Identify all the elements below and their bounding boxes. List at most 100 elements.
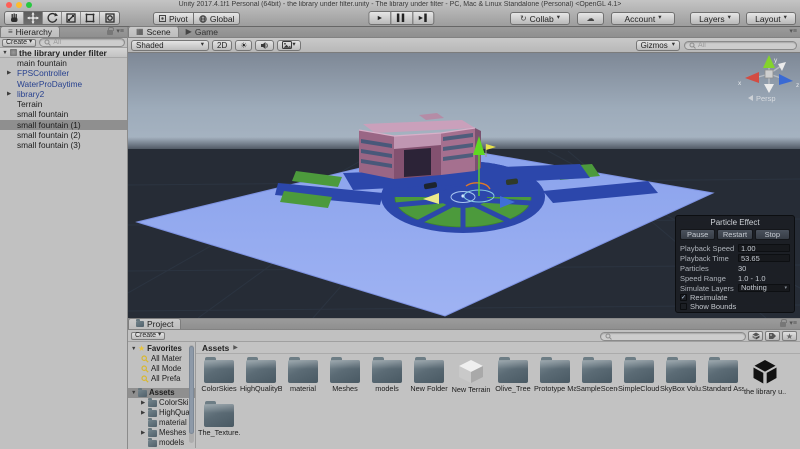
tree-folder[interactable]: ▶ ColorSki (128, 398, 195, 408)
hierarchy-item[interactable]: ▶FPSController (0, 68, 127, 78)
cloud-services-button[interactable]: ☁ (577, 12, 604, 25)
panel-menu-icon[interactable]: ▾≡ (116, 28, 124, 35)
scrollbar-thumb[interactable] (189, 346, 194, 434)
tab-project[interactable]: Project (128, 318, 181, 329)
asset-item[interactable]: models (366, 356, 408, 400)
hierarchy-item[interactable]: ▶library2 (0, 89, 127, 99)
hierarchy-item-selected[interactable]: small fountain (1) (0, 120, 127, 130)
asset-item[interactable]: the library u... (744, 356, 786, 400)
resimulate-checkbox[interactable]: ✓ (680, 294, 687, 301)
tree-folder[interactable]: ▶ HighQua (128, 408, 195, 418)
expand-arrow-icon[interactable]: ▶ (141, 428, 146, 438)
shading-mode-dropdown[interactable]: Shaded ▾ (131, 40, 209, 51)
panel-menu-icon[interactable]: ▾≡ (789, 28, 797, 35)
create-button[interactable]: Create ▾ (2, 39, 36, 47)
chevron-down-icon: ▾ (784, 284, 787, 292)
project-search-input[interactable] (600, 332, 746, 341)
titlebar[interactable]: Unity 2017.4.1f1 Personal (64bit) - the … (0, 0, 800, 10)
particle-stop-button[interactable]: Stop (755, 229, 790, 240)
tree-folder[interactable]: models (128, 438, 195, 448)
search-by-type-button[interactable] (748, 331, 763, 341)
pause-button[interactable]: ▌▌ (390, 11, 412, 25)
favorites-item[interactable]: All Mode (128, 364, 195, 374)
hierarchy-item[interactable]: WaterProDaytime (0, 79, 127, 89)
particle-restart-button[interactable]: Restart (717, 229, 752, 240)
rotate-tool-button[interactable] (43, 12, 62, 24)
asset-item[interactable]: New Folder (408, 356, 450, 400)
scene-audio-button[interactable] (255, 40, 274, 51)
expand-arrow-icon[interactable]: ▶ (141, 408, 146, 418)
asset-item[interactable]: ColorSkies (198, 356, 240, 400)
favorites-item[interactable]: All Mater (128, 354, 195, 364)
tab-hierarchy[interactable]: ≡ Hierarchy (0, 26, 60, 37)
rect-tool-button[interactable] (81, 12, 100, 24)
asset-item[interactable]: Meshes (324, 356, 366, 400)
perspective-label[interactable]: Persp (756, 94, 776, 103)
scene-viewport[interactable]: y x z Persp Particle Effect Pause Restar… (128, 53, 800, 318)
foldout-arrow-icon[interactable]: ▼ (2, 50, 8, 56)
hierarchy-item[interactable]: small fountain (0, 109, 127, 119)
asset-item[interactable]: The_Texture... (198, 400, 240, 444)
2d-toggle-button[interactable]: 2D (212, 40, 232, 51)
global-toggle-button[interactable]: Global (193, 12, 241, 25)
show-bounds-checkbox[interactable] (680, 303, 687, 310)
asset-item[interactable]: SimpleCloud... (618, 356, 660, 400)
simulate-layers-dropdown[interactable]: Nothing ▾ (738, 284, 790, 292)
expand-arrow-icon[interactable]: ▶ (141, 398, 146, 408)
particle-pause-button[interactable]: Pause (680, 229, 715, 240)
gizmo-center-cube[interactable] (765, 70, 773, 78)
resimulate-row[interactable]: ✓ Resimulate (680, 293, 790, 302)
collab-dropdown[interactable]: ↻ Collab ▾ (510, 12, 570, 25)
hierarchy-item[interactable]: main fountain (0, 58, 127, 68)
account-dropdown[interactable]: Account ▾ (611, 12, 675, 25)
lock-icon[interactable] (107, 30, 113, 35)
favorites-root[interactable]: ▼ ★ Favorites (128, 344, 195, 354)
layout-dropdown[interactable]: Layout ▾ (746, 12, 796, 25)
transform-tool-button[interactable] (100, 12, 119, 24)
lock-icon[interactable] (780, 322, 786, 327)
asset-item[interactable]: Standard Ass... (702, 356, 744, 400)
step-button[interactable]: ►▌ (412, 11, 434, 25)
gizmos-dropdown[interactable]: Gizmos ▾ (636, 40, 680, 51)
create-button[interactable]: Create ▾ (131, 332, 165, 340)
tab-scene[interactable]: ▦ Scene (128, 26, 179, 37)
foldout-arrow-icon[interactable]: ▼ (131, 388, 136, 398)
asset-item[interactable]: New Terrain (450, 356, 492, 400)
foldout-arrow-icon[interactable]: ▼ (131, 344, 136, 354)
playback-time-field[interactable]: 53.65 (738, 254, 790, 262)
tab-game[interactable]: ▶ Game (179, 26, 225, 37)
tree-folder[interactable]: ▶ Meshes (128, 428, 195, 438)
hand-tool-button[interactable] (5, 12, 24, 24)
expand-arrow-icon[interactable]: ▶ (7, 89, 11, 99)
scene-search-input[interactable]: All (684, 41, 797, 50)
layers-dropdown[interactable]: Layers ▾ (690, 12, 740, 25)
playback-speed-field[interactable]: 1.00 (738, 244, 790, 252)
search-by-label-button[interactable] (765, 331, 780, 341)
asset-item[interactable]: Prototype Ma... (534, 356, 576, 400)
hierarchy-item[interactable]: Terrain (0, 99, 127, 109)
show-bounds-row[interactable]: Show Bounds (680, 302, 790, 311)
panel-menu-icon[interactable]: ▾≡ (789, 320, 797, 327)
asset-item[interactable]: HighQualityB... (240, 356, 282, 400)
assets-root-selected[interactable]: ▼ Assets (128, 388, 195, 398)
scene-lighting-button[interactable]: ☀ (235, 40, 252, 51)
hierarchy-item[interactable]: small fountain (2) (0, 130, 127, 140)
hierarchy-search-input[interactable]: All (39, 38, 125, 47)
pivot-toggle-button[interactable]: Pivot (153, 12, 193, 25)
asset-item[interactable]: material (282, 356, 324, 400)
move-tool-button[interactable] (24, 12, 43, 24)
favorites-item[interactable]: All Prefa (128, 374, 195, 384)
asset-item[interactable]: Olive_Tree (492, 356, 534, 400)
asset-item[interactable]: SampleScenes (576, 356, 618, 400)
asset-item[interactable]: SkyBox Volu... (660, 356, 702, 400)
hierarchy-item[interactable]: small fountain (3) (0, 140, 127, 150)
scale-tool-button[interactable] (62, 12, 81, 24)
scene-root-row[interactable]: ▼ the library under filter (0, 48, 127, 58)
save-search-button[interactable]: ★ (782, 331, 797, 341)
tree-folder[interactable]: material (128, 418, 195, 428)
play-button[interactable]: ► (368, 11, 390, 25)
scene-effects-dropdown[interactable]: ▾ (277, 40, 300, 51)
tree-scrollbar[interactable] (189, 345, 194, 443)
breadcrumb-assets[interactable]: Assets (202, 343, 229, 353)
expand-arrow-icon[interactable]: ▶ (7, 68, 11, 78)
